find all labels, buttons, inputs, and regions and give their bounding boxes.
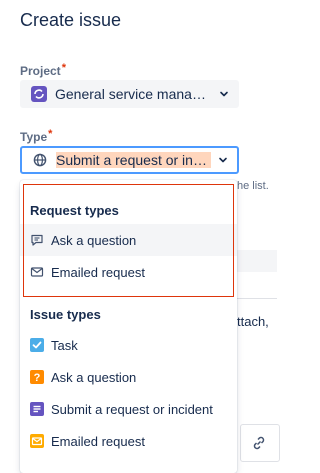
- option-task[interactable]: Task: [20, 329, 237, 361]
- globe-icon: [32, 152, 48, 168]
- option-label: Ask a question: [51, 369, 137, 385]
- type-select[interactable]: Submit a request or incide...: [20, 146, 239, 174]
- group-heading-issue-types: Issue types: [30, 307, 101, 322]
- type-select-value: Submit a request or incide...: [56, 152, 211, 168]
- project-label: Project*: [20, 62, 66, 78]
- option-label: Submit a request or incident: [51, 401, 213, 417]
- option-submit-request-or-incident[interactable]: Submit a request or incident: [20, 393, 237, 425]
- request-icon: [30, 402, 44, 416]
- chevron-down-icon: [220, 91, 228, 97]
- chevron-down-icon: [219, 157, 227, 163]
- helper-text: he list.: [237, 180, 269, 192]
- option-emailed-request-issue[interactable]: Emailed request: [20, 425, 237, 457]
- project-icon: [31, 86, 47, 102]
- option-ask-a-question-issue[interactable]: ? Ask a question: [20, 361, 237, 393]
- project-label-text: Project: [20, 64, 61, 78]
- project-select-value: General service managem...: [55, 86, 212, 102]
- divider: [237, 298, 277, 299]
- annotation-highlight-box: [23, 184, 234, 297]
- background-toolbar: [237, 250, 277, 272]
- project-select[interactable]: General service managem...: [20, 80, 239, 108]
- task-checkbox-icon: [30, 338, 44, 352]
- envelope-icon: [30, 434, 44, 448]
- type-label: Type*: [20, 128, 53, 144]
- question-icon: ?: [30, 370, 44, 384]
- required-mark: *: [61, 62, 66, 74]
- link-icon: [253, 436, 265, 450]
- svg-text:?: ?: [34, 372, 41, 384]
- required-mark: *: [48, 128, 53, 140]
- option-label: Emailed request: [51, 433, 145, 449]
- background-text: ttach,: [237, 314, 269, 329]
- page-title: Create issue: [20, 10, 122, 30]
- option-label: Task: [51, 337, 78, 353]
- type-label-text: Type: [20, 130, 48, 144]
- link-button[interactable]: [240, 424, 280, 462]
